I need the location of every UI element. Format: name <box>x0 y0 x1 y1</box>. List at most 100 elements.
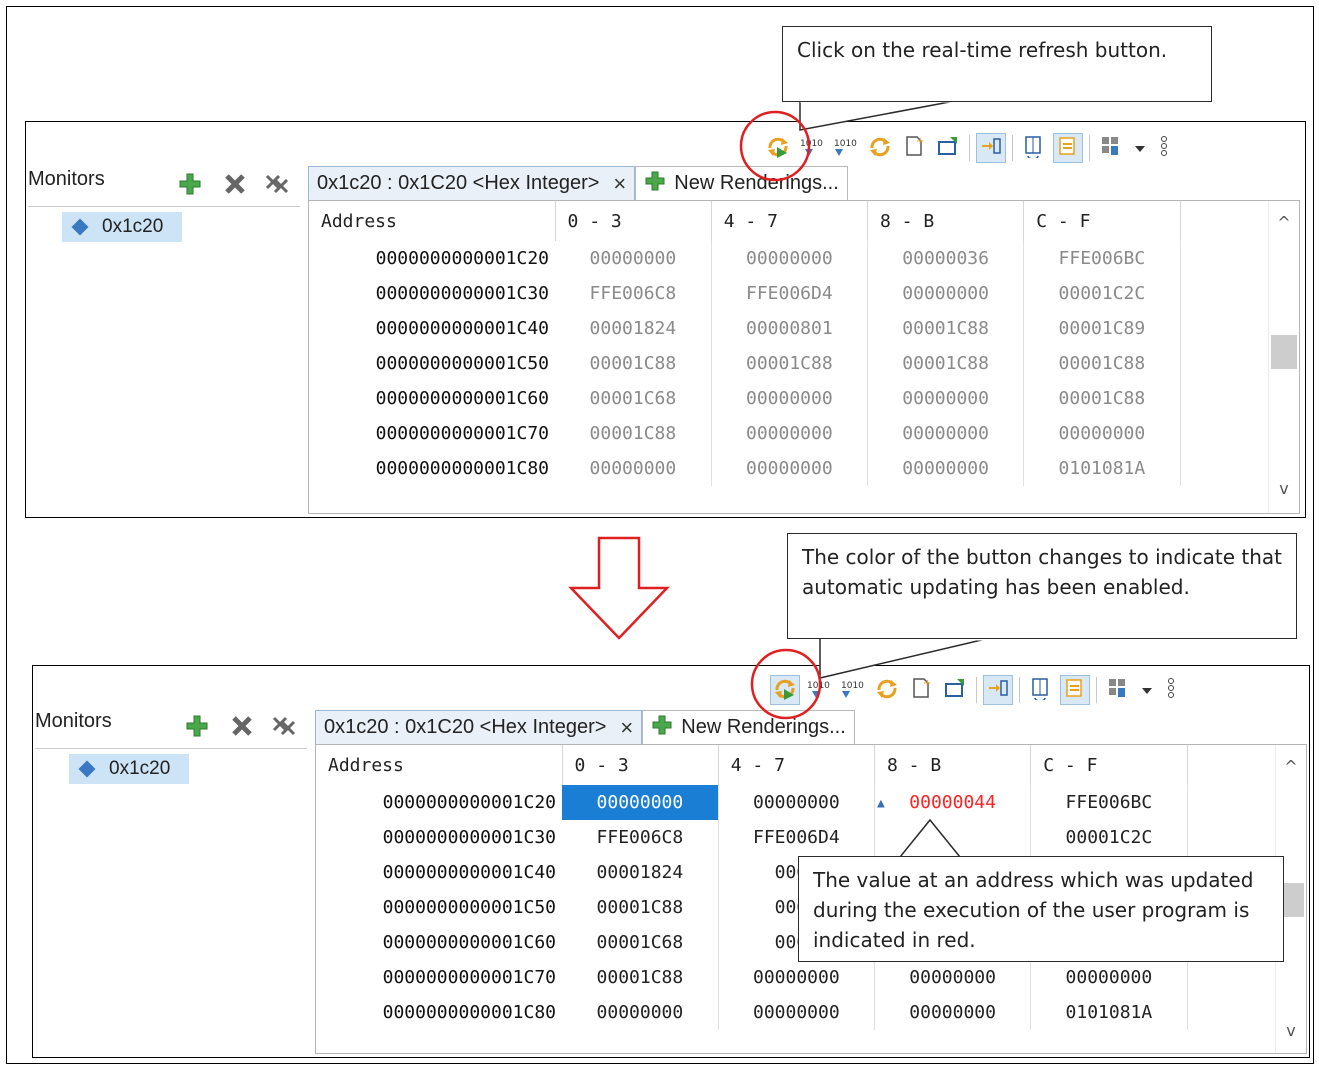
column-header[interactable]: Address <box>316 745 563 785</box>
column-header[interactable]: 4 - 7 <box>718 745 875 785</box>
value-cell[interactable]: 00001C88 <box>562 890 719 925</box>
scroll-up-icon[interactable]: ^ <box>1276 757 1306 776</box>
table-row[interactable]: 0000000000001C60 00001C68 00000000 00000000… <box>309 381 1299 416</box>
monitor-item[interactable]: 0x1c20 <box>62 212 182 242</box>
link-button[interactable] <box>983 675 1013 705</box>
value-cell[interactable]: 00000000 <box>711 381 868 416</box>
new-file-button[interactable]: + <box>899 133 929 163</box>
value-cell[interactable]: 0101081A <box>1023 451 1181 486</box>
value-cell[interactable]: 00001C2C <box>1030 820 1188 855</box>
value-cell[interactable]: 00000000 <box>562 995 719 1030</box>
monitor-item[interactable]: 0x1c20 <box>69 754 189 784</box>
value-cell[interactable]: 00001C2C <box>1023 276 1181 311</box>
vertical-scrollbar[interactable]: ^ v <box>1268 201 1299 513</box>
tab-new-renderings[interactable]: New Renderings... <box>642 710 855 744</box>
value-cell[interactable]: 00000000 <box>711 416 868 451</box>
columns-button[interactable] <box>1019 133 1049 163</box>
value-cell[interactable]: 00000000 <box>874 995 1032 1030</box>
import-button[interactable]: 1010 <box>797 133 827 163</box>
value-cell[interactable]: 00000000 <box>1023 416 1181 451</box>
table-row[interactable]: 0000000000001C20 00000000 00000000 00000036… <box>309 241 1299 276</box>
value-cell[interactable]: 00000000 <box>718 995 875 1030</box>
value-cell[interactable]: 00000000 <box>867 276 1025 311</box>
table-row[interactable]: 0000000000001C20 00000000 00000000 00000044… <box>316 785 1306 820</box>
close-icon[interactable]: × <box>613 171 626 197</box>
tab-new-renderings[interactable]: New Renderings... <box>635 166 848 200</box>
realtime-refresh-button[interactable] <box>763 133 793 163</box>
value-cell[interactable]: 0101081A <box>1030 995 1188 1030</box>
value-cell[interactable]: 00001C88 <box>1023 346 1181 381</box>
value-cell[interactable]: 00001824 <box>562 855 719 890</box>
value-cell[interactable]: 00000000 <box>711 241 868 276</box>
table-row[interactable]: 0000000000001C80 00000000 00000000 00000000… <box>309 451 1299 486</box>
scroll-down-icon[interactable]: v <box>1269 479 1299 498</box>
scroll-up-icon[interactable]: ^ <box>1269 213 1299 232</box>
add-monitor-button[interactable] <box>183 714 211 742</box>
layout-button[interactable] <box>1103 675 1133 705</box>
table-row[interactable]: 0000000000001C30 FFE006C8 FFE006D4 00001C2C <box>316 820 1306 855</box>
pin-button[interactable] <box>933 133 963 163</box>
value-cell[interactable]: 00001824 <box>555 311 712 346</box>
value-cell[interactable]: FFE006D4 <box>718 820 875 855</box>
value-cell[interactable]: 00000044 ▲ <box>874 785 1032 820</box>
value-cell[interactable]: 00000000 <box>867 451 1025 486</box>
table-row[interactable]: 0000000000001C70 00001C88 00000000 00000000… <box>309 416 1299 451</box>
sync-button[interactable] <box>1060 675 1090 705</box>
scroll-down-icon[interactable]: v <box>1276 1021 1306 1040</box>
realtime-refresh-button[interactable] <box>770 675 800 705</box>
column-header[interactable]: 8 - B <box>874 745 1032 785</box>
column-header[interactable]: 0 - 3 <box>562 745 719 785</box>
export-button[interactable]: 1010 <box>838 675 868 705</box>
remove-all-monitors-button[interactable] <box>270 714 298 742</box>
table-row[interactable]: 0000000000001C40 00001824 00000801 00001C88… <box>309 311 1299 346</box>
value-cell[interactable]: 00000000 <box>555 451 712 486</box>
value-cell[interactable]: 00000000 <box>555 241 712 276</box>
value-cell[interactable] <box>874 820 1032 855</box>
import-button[interactable]: 1010 <box>804 675 834 705</box>
remove-all-monitors-button[interactable] <box>263 172 291 200</box>
column-header[interactable]: C - F <box>1023 201 1181 241</box>
tab-rendering[interactable]: 0x1c20 : 0x1C20 <Hex Integer> × <box>315 710 643 744</box>
value-cell[interactable]: 00000000 <box>718 960 875 995</box>
add-monitor-button[interactable] <box>176 172 204 200</box>
value-cell[interactable]: 00000036 <box>867 241 1025 276</box>
value-cell[interactable]: 00001C88 <box>867 346 1025 381</box>
value-cell[interactable]: FFE006D4 <box>711 276 868 311</box>
tab-rendering[interactable]: 0x1c20 : 0x1C20 <Hex Integer> × <box>308 166 636 200</box>
value-cell[interactable]: 00000000 <box>562 785 719 820</box>
more-button[interactable] <box>1154 133 1174 163</box>
value-cell[interactable]: 00001C88 <box>711 346 868 381</box>
value-cell[interactable]: 00001C68 <box>562 925 719 960</box>
value-cell[interactable]: 00001C88 <box>1023 381 1181 416</box>
value-cell[interactable]: 00000000 <box>718 785 875 820</box>
table-row[interactable]: 0000000000001C30 FFE006C8 FFE006D4 00000000… <box>309 276 1299 311</box>
remove-monitor-button[interactable] <box>228 714 256 742</box>
value-cell[interactable]: 00000000 <box>874 960 1032 995</box>
table-row[interactable]: 0000000000001C50 00001C88 00001C88 00001C88… <box>309 346 1299 381</box>
refresh-button[interactable] <box>865 133 895 163</box>
value-cell[interactable]: FFE006BC <box>1030 785 1188 820</box>
dropdown-button[interactable] <box>1130 133 1150 163</box>
export-button[interactable]: 1010 <box>831 133 861 163</box>
value-cell[interactable]: FFE006C8 <box>555 276 712 311</box>
column-header[interactable]: 8 - B <box>867 201 1025 241</box>
close-icon[interactable]: × <box>620 715 633 741</box>
dropdown-button[interactable] <box>1137 675 1157 705</box>
column-header[interactable]: 4 - 7 <box>711 201 868 241</box>
value-cell[interactable]: 00001C88 <box>867 311 1025 346</box>
sync-button[interactable] <box>1053 133 1083 163</box>
value-cell[interactable]: 00001C68 <box>555 381 712 416</box>
value-cell[interactable]: 00001C88 <box>555 416 712 451</box>
value-cell[interactable]: 00000000 <box>711 451 868 486</box>
value-cell[interactable]: 00000000 <box>867 416 1025 451</box>
table-row[interactable]: 0000000000001C70 00001C88 00000000 00000000… <box>316 960 1306 995</box>
column-header[interactable]: 0 - 3 <box>555 201 712 241</box>
value-cell[interactable]: FFE006BC <box>1023 241 1181 276</box>
value-cell[interactable]: 00001C89 <box>1023 311 1181 346</box>
table-row[interactable]: 0000000000001C80 00000000 00000000 00000000… <box>316 995 1306 1030</box>
value-cell[interactable]: 00001C88 <box>562 960 719 995</box>
column-header[interactable]: Address <box>309 201 556 241</box>
value-cell[interactable]: 00000000 <box>1030 960 1188 995</box>
remove-monitor-button[interactable] <box>221 172 249 200</box>
columns-button[interactable] <box>1026 675 1056 705</box>
